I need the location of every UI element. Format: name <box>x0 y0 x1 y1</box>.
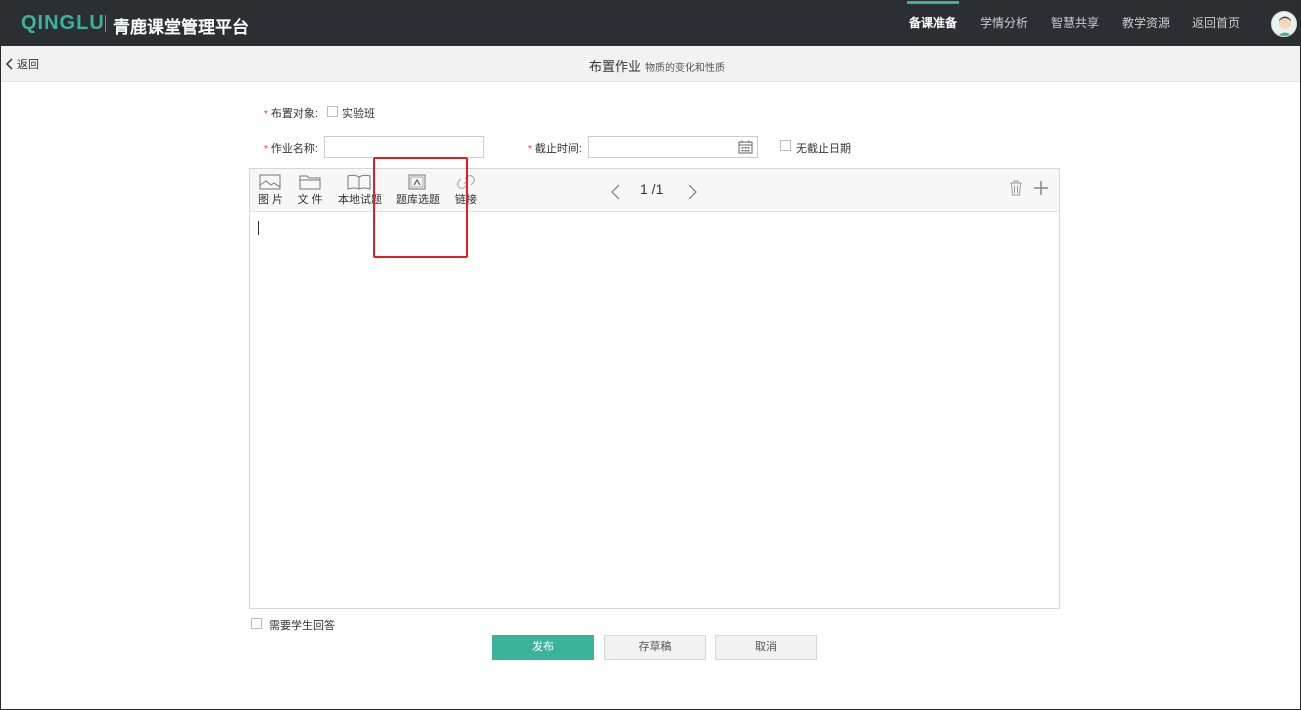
tool-question-bank-button[interactable]: 题库选题 <box>396 174 440 207</box>
folder-icon <box>299 175 321 190</box>
need-answer-checkbox[interactable] <box>251 618 262 629</box>
nav-item-learning-analysis[interactable]: 学情分析 <box>980 1 1028 46</box>
user-avatar-icon[interactable] <box>1271 11 1297 37</box>
no-deadline-label: 无截止日期 <box>796 143 851 155</box>
logo-text: QINGLU <box>21 12 105 34</box>
text-cursor <box>258 221 259 235</box>
no-deadline-checkbox[interactable] <box>780 140 791 151</box>
content-editor[interactable]: 图 片 文 件 本地试题 题库选题 链接 1 /1 <box>249 168 1060 609</box>
deadline-label: * 截止时间: <box>528 143 582 155</box>
page-subtitle: 物质的变化和性质 <box>645 63 726 74</box>
tool-file-button[interactable]: 文 件 <box>297 174 323 207</box>
page-title: 布置作业 物质的变化和性质 <box>589 56 725 75</box>
tool-link-button[interactable]: 链接 <box>453 174 479 207</box>
nav-item-smart-share[interactable]: 智慧共享 <box>1051 1 1099 46</box>
chevron-left-icon <box>5 58 13 70</box>
sub-header: 返回 布置作业 物质的变化和性质 <box>1 46 1300 82</box>
trash-icon[interactable] <box>1009 180 1023 196</box>
page-indicator: 1 /1 <box>640 181 664 197</box>
tool-image-button[interactable]: 图 片 <box>258 174 283 207</box>
need-answer-label: 需要学生回答 <box>269 620 335 632</box>
save-draft-button[interactable]: 存草稿 <box>604 635 706 660</box>
homework-name-input[interactable] <box>324 136 484 158</box>
page-title-text: 布置作业 <box>589 59 642 74</box>
chevron-right-icon[interactable] <box>688 184 698 200</box>
editor-toolbar: 图 片 文 件 本地试题 题库选题 链接 1 /1 <box>250 169 1059 212</box>
target-checkbox[interactable] <box>327 106 338 117</box>
page-navigator: 1 /1 <box>610 181 730 201</box>
homework-name-label: * 作业名称: <box>264 143 318 155</box>
cancel-button[interactable]: 取消 <box>715 635 817 660</box>
add-page-icon[interactable] <box>1033 180 1049 196</box>
chevron-left-icon[interactable] <box>610 184 620 200</box>
calendar-icon[interactable] <box>738 140 753 154</box>
publish-button[interactable]: 发布 <box>492 635 594 660</box>
nav-item-home[interactable]: 返回首页 <box>1192 1 1240 46</box>
back-label: 返回 <box>17 59 39 71</box>
target-option-label: 实验班 <box>342 108 375 120</box>
book-icon <box>347 174 371 190</box>
top-navigation-bar: QINGLU 青鹿课堂管理平台 备课准备 学情分析 智慧共享 教学资源 返回首页 <box>1 1 1300 46</box>
link-icon <box>456 174 476 190</box>
target-label: * 布置对象: <box>264 108 318 120</box>
tool-local-questions-button[interactable]: 本地试题 <box>338 174 382 207</box>
nav-item-teaching-resources[interactable]: 教学资源 <box>1122 1 1170 46</box>
platform-title: 青鹿课堂管理平台 <box>113 18 249 37</box>
question-bank-icon <box>408 174 426 190</box>
back-button[interactable]: 返回 <box>5 56 39 72</box>
deadline-input[interactable] <box>588 136 758 158</box>
logo-divider <box>105 15 106 32</box>
nav-item-lesson-prep[interactable]: 备课准备 <box>906 1 960 46</box>
image-icon <box>259 174 281 190</box>
